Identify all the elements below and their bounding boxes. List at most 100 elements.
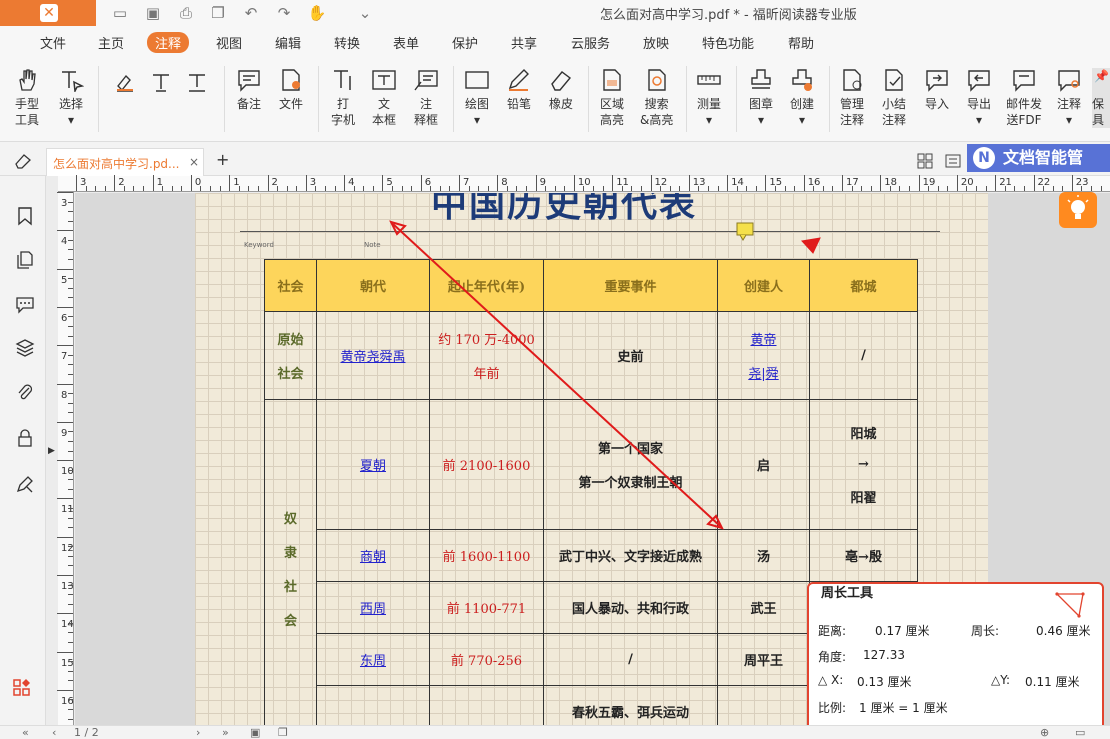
ruler-tick: [181, 186, 183, 191]
drawing-button[interactable]: 绘图 ▾: [464, 68, 490, 128]
menu-share[interactable]: 共享: [511, 33, 537, 52]
comment-settings-button[interactable]: 注释 ▾: [1056, 68, 1082, 128]
new-tab-button[interactable]: +: [216, 150, 229, 169]
apps-icon[interactable]: [12, 678, 32, 698]
copy-icon[interactable]: ❐: [208, 3, 228, 23]
app-logo[interactable]: ✕: [0, 0, 96, 26]
menu-cloud[interactable]: 云服务: [571, 33, 610, 52]
manage-comments-button[interactable]: 管理 注释: [839, 68, 865, 128]
menu-edit[interactable]: 编辑: [275, 33, 301, 52]
summarize-comments-button[interactable]: 小结 注释: [881, 68, 907, 128]
stamp-button[interactable]: 图章 ▾: [748, 68, 774, 128]
perimeter-triangle-mark[interactable]: [801, 237, 821, 254]
page-view-icon[interactable]: ▣: [250, 726, 260, 739]
ruler-tick: [976, 186, 978, 191]
ribbon-divider: [453, 66, 454, 132]
ruler-tick: [956, 175, 958, 191]
customize-dropdown-icon[interactable]: ⌄: [355, 3, 375, 23]
print-icon[interactable]: ⎙: [176, 3, 196, 23]
keep-tool-button[interactable]: 📌 保 具: [1092, 68, 1110, 128]
ruler-tick: [478, 186, 480, 191]
email-fdf-button[interactable]: 邮件发 送FDF: [1006, 68, 1042, 128]
grid-view-icon[interactable]: [917, 153, 933, 169]
ruler-tick: [688, 175, 690, 191]
redo-icon[interactable]: ↷: [274, 3, 294, 23]
typewriter-button[interactable]: 打 字机: [330, 68, 356, 128]
first-page-icon[interactable]: «: [22, 726, 29, 739]
comments-panel-icon[interactable]: [15, 294, 35, 314]
ruler-tick: [68, 412, 73, 414]
ruler-tick: [401, 186, 403, 191]
ruler-tick: [68, 316, 73, 318]
note-button[interactable]: 备注: [236, 68, 262, 112]
file-attach-button[interactable]: 文件: [278, 68, 304, 112]
close-tab-icon[interactable]: ×: [189, 155, 199, 169]
lightbulb-icon: [1067, 195, 1089, 219]
hand-tool-button[interactable]: 手型 工具: [14, 68, 40, 128]
menu-features[interactable]: 特色功能: [702, 33, 754, 52]
underline-text-icon[interactable]: [186, 72, 208, 92]
area-highlight-button[interactable]: 区域 高亮: [599, 68, 625, 128]
highlight-icon[interactable]: [114, 72, 136, 92]
bookmark-icon[interactable]: [15, 206, 35, 226]
import-button[interactable]: 导入: [924, 68, 950, 112]
menu-help[interactable]: 帮助: [788, 33, 814, 52]
fit-page-icon[interactable]: ▭: [1075, 726, 1085, 739]
pages-icon[interactable]: [15, 250, 35, 270]
ai-document-manager-button[interactable]: N 文档智能管: [967, 144, 1110, 172]
stamp-icon: [751, 69, 771, 89]
ruler-left-number: 16: [61, 695, 74, 707]
create-stamp-button[interactable]: 创建 ▾: [789, 68, 815, 128]
search-highlight-button[interactable]: 搜索 &高亮: [640, 68, 673, 128]
ruler-tick: [95, 186, 97, 191]
expand-panel-icon[interactable]: ▶: [48, 446, 55, 456]
ruler-tick: [1071, 175, 1073, 191]
hand-dropdown-icon[interactable]: ✋: [307, 3, 327, 23]
menu-convert[interactable]: 转换: [334, 33, 360, 52]
prev-page-icon[interactable]: ‹: [52, 726, 56, 739]
menu-protect[interactable]: 保护: [452, 33, 478, 52]
open-folder-icon[interactable]: ▭: [110, 3, 130, 23]
text-tool-icon[interactable]: [150, 72, 172, 92]
menu-file[interactable]: 文件: [40, 33, 66, 52]
eraser-quick-icon[interactable]: [14, 152, 32, 170]
ruler-tick: [68, 249, 73, 251]
menu-view[interactable]: 视图: [216, 33, 242, 52]
signature-pen-icon[interactable]: [15, 474, 35, 494]
menu-comment[interactable]: 注释: [147, 32, 190, 53]
textbox-button[interactable]: 文 本框: [371, 68, 397, 128]
last-page-icon[interactable]: »: [222, 726, 229, 739]
ruler-tick: [363, 186, 365, 191]
zoom-icon[interactable]: ⊕: [1040, 726, 1049, 739]
undo-icon[interactable]: ↶: [241, 3, 261, 23]
page-number-field[interactable]: 1 / 2: [74, 726, 99, 739]
menu-home[interactable]: 主页: [98, 33, 124, 52]
security-lock-icon[interactable]: [15, 428, 35, 448]
document-tab[interactable]: 怎么面对高中学习.pd... ×: [46, 148, 204, 176]
measure-button[interactable]: 测量 ▾: [696, 68, 722, 128]
distance-arrow-line[interactable]: [392, 223, 721, 527]
tips-lightbulb-button[interactable]: [1059, 192, 1097, 228]
ruler-tick: [68, 680, 73, 682]
ruler-tick: [68, 211, 73, 213]
sticky-note-icon[interactable]: [736, 222, 754, 236]
ruler-tick: [899, 186, 901, 191]
ruler-tick: [68, 709, 73, 711]
select-button[interactable]: 选择 ▾: [58, 68, 84, 128]
pencil-button[interactable]: 铅笔: [506, 68, 532, 112]
eraser-button[interactable]: 橡皮: [548, 68, 574, 112]
page-layout-icon[interactable]: ❐: [278, 726, 288, 739]
layers-icon[interactable]: [15, 338, 35, 358]
window-switch-icon[interactable]: [945, 153, 961, 169]
export-button[interactable]: 导出 ▾: [966, 68, 992, 128]
attachment-icon[interactable]: [15, 382, 35, 402]
ruler-tick: [68, 488, 73, 490]
callout-button[interactable]: 注 释框: [413, 68, 439, 128]
menu-slideshow[interactable]: 放映: [643, 33, 669, 52]
ruler-left-number: 13: [61, 581, 74, 592]
ribbon-divider: [829, 66, 830, 132]
save-icon[interactable]: ▣: [143, 3, 163, 23]
next-page-icon[interactable]: ›: [196, 726, 200, 739]
menu-form[interactable]: 表单: [393, 33, 419, 52]
ribbon-divider: [318, 66, 319, 132]
